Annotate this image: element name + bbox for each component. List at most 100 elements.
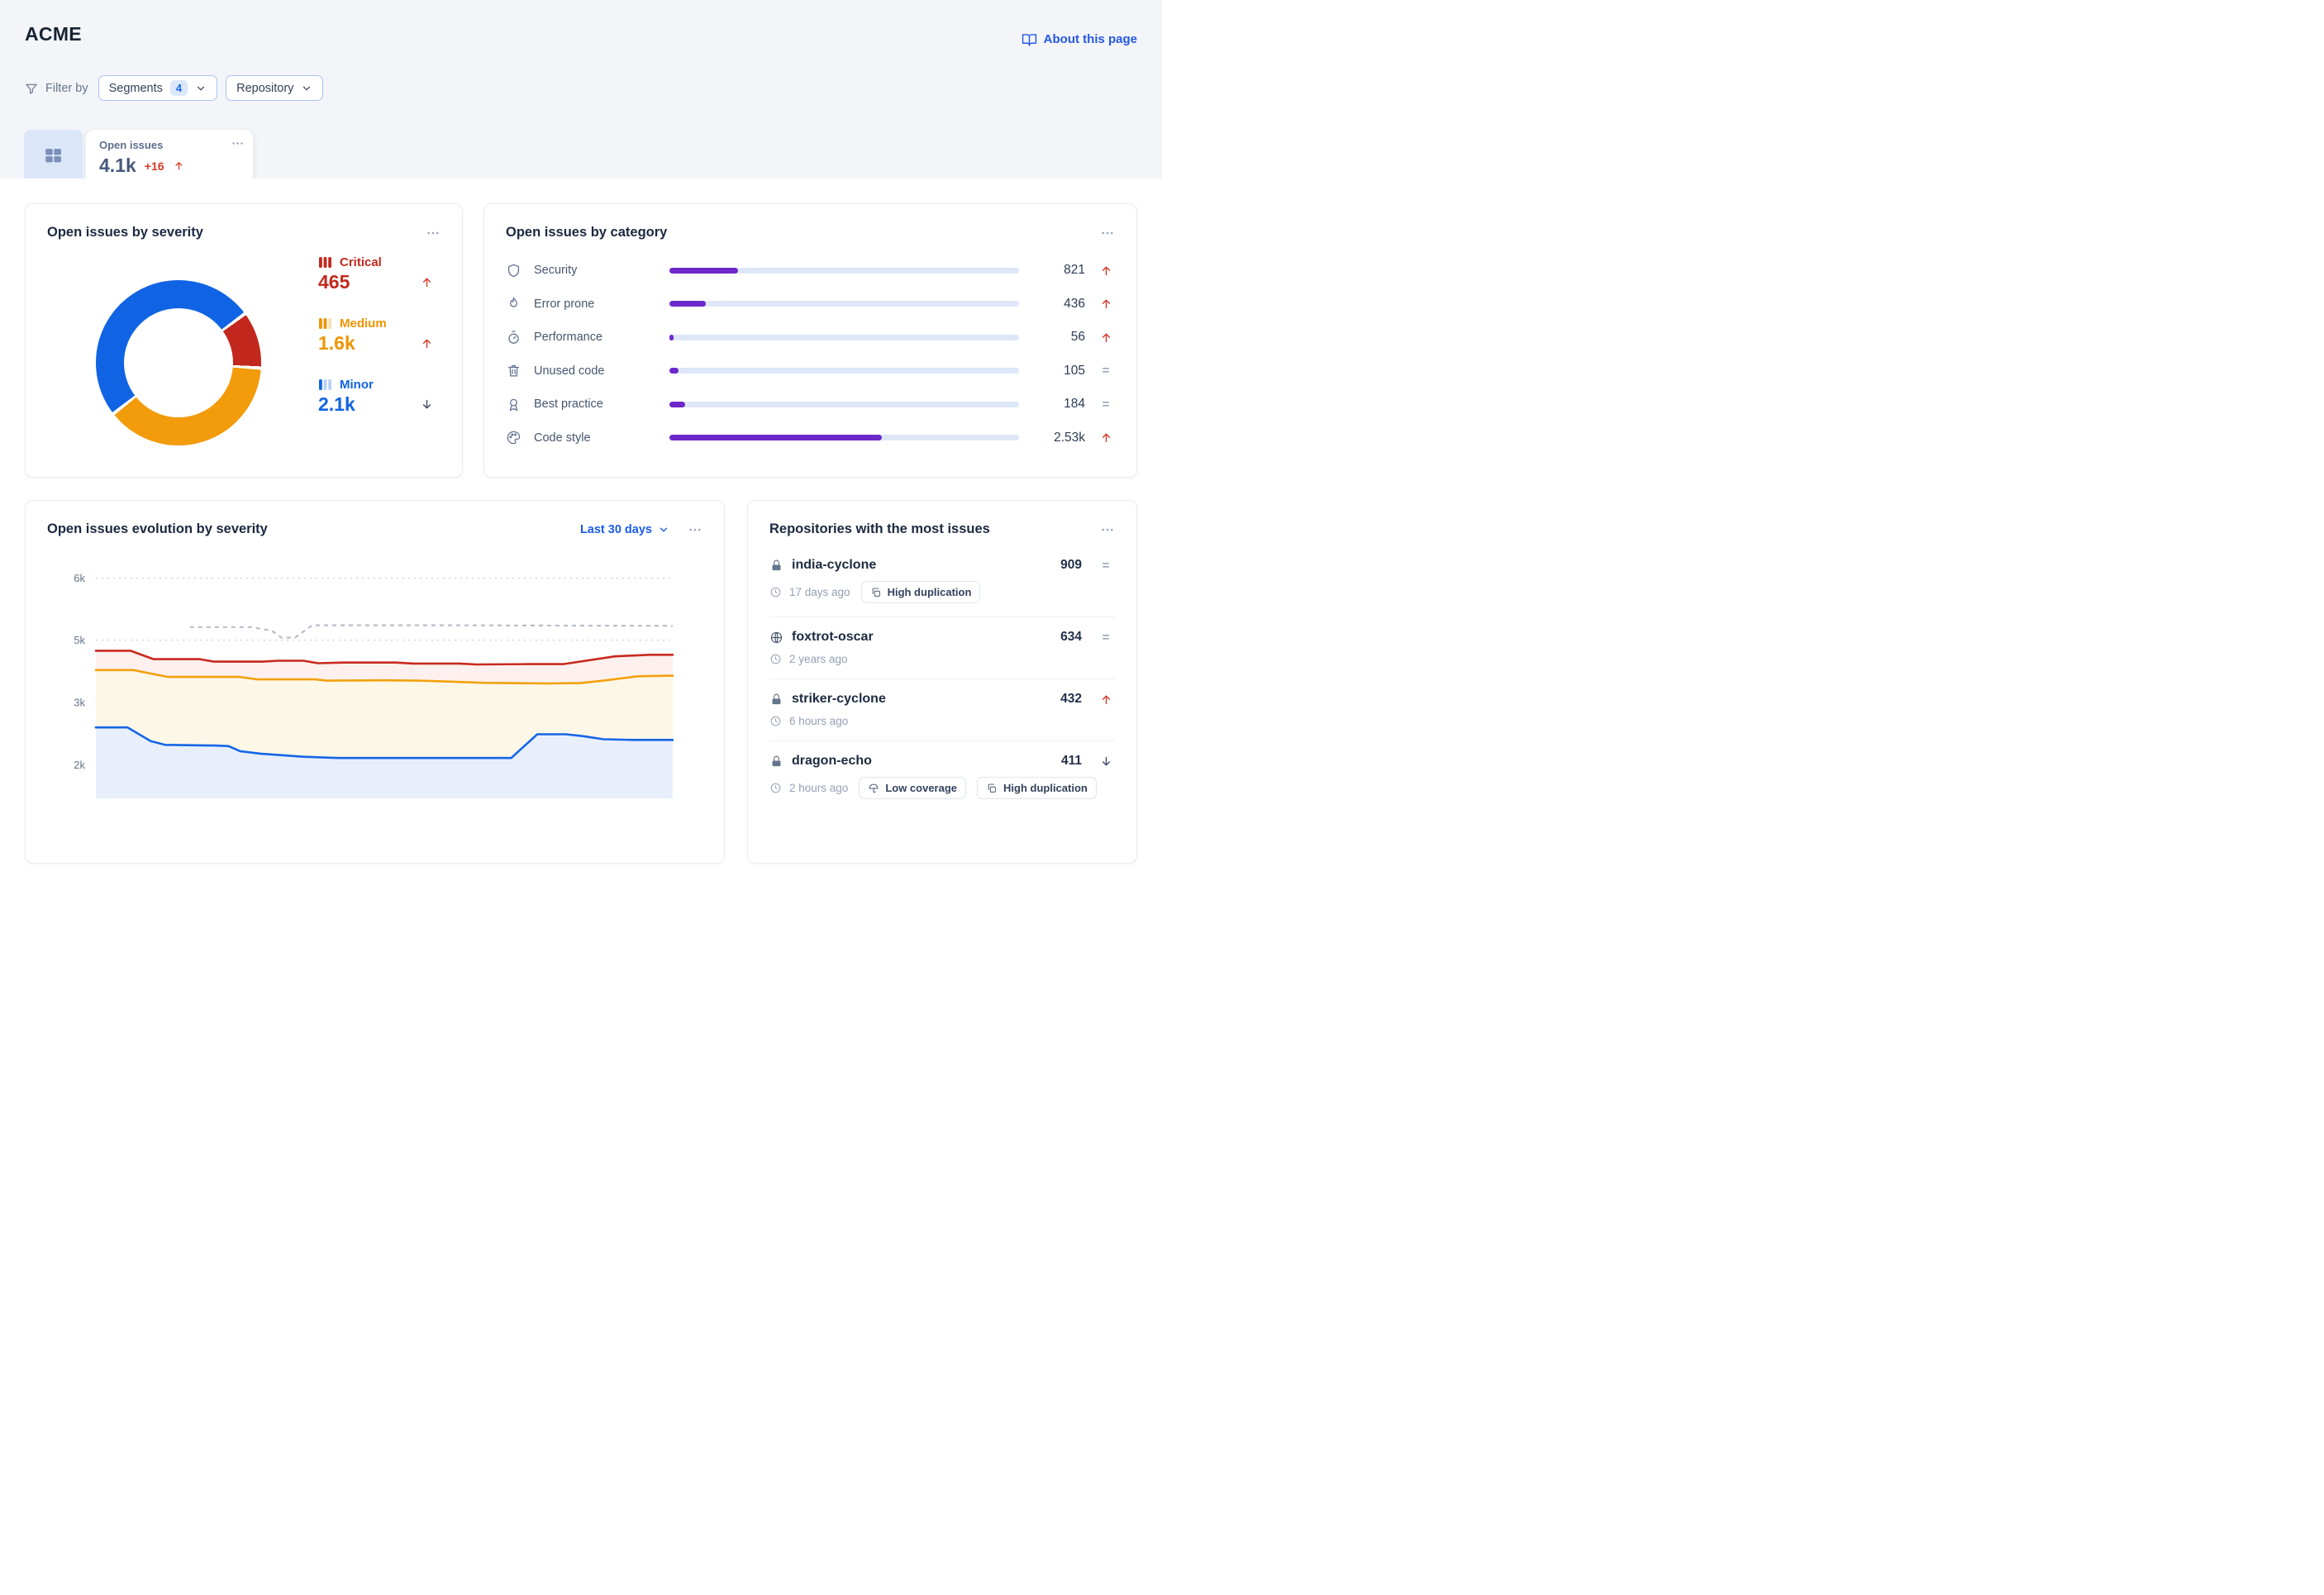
category-progress-bar xyxy=(669,334,1019,340)
y-axis-tick-label: 3k xyxy=(74,697,85,709)
category-card-title: Open issues by category xyxy=(506,225,668,240)
repository-filter-dropdown[interactable]: Repository xyxy=(226,75,324,101)
severity-value: 1.6k xyxy=(318,332,355,354)
repository-row-india-cyclone[interactable]: india-cyclone 909 = 17 days ago High duplica… xyxy=(769,545,1115,617)
lock-icon xyxy=(769,559,783,573)
segments-filter-dropdown[interactable]: Segments 4 xyxy=(98,75,218,101)
stopwatch-icon xyxy=(506,330,521,345)
severity-legend-item: Medium 1.6k xyxy=(318,317,434,355)
repository-issue-count: 634 xyxy=(1060,630,1082,644)
severity-legend-item: Critical 465 xyxy=(318,255,434,293)
trend-up-icon xyxy=(1099,693,1113,707)
trend-flat-icon: = xyxy=(1102,364,1110,379)
copy-icon xyxy=(986,783,998,794)
severity-card: Open issues by severity Critical 465 Mediu… xyxy=(25,203,463,478)
clock-icon xyxy=(769,715,782,727)
repository-name[interactable]: foxtrot-oscar xyxy=(792,630,1052,645)
trend-up-icon xyxy=(1099,431,1113,445)
repository-row-foxtrot-oscar[interactable]: foxtrot-oscar 634 = 2 years ago xyxy=(769,617,1115,678)
category-value: 56 xyxy=(1070,330,1085,345)
evolution-chart: 6k 5k 3k 2k xyxy=(47,554,704,798)
repository-row-striker-cyclone[interactable]: striker-cyclone 432 6 hours ago xyxy=(769,678,1115,740)
kpi-row: Open issues 4.1k +16 xyxy=(24,130,253,179)
kpi-value: 4.1k xyxy=(99,155,136,176)
category-row-performance: Performance 56 xyxy=(506,321,1115,355)
repository-row-dragon-echo[interactable]: dragon-echo 411 2 hours ago Low coverage Hig… xyxy=(769,740,1115,812)
copy-icon xyxy=(870,587,882,598)
clock-icon xyxy=(769,782,782,794)
repository-list: india-cyclone 909 = 17 days ago High duplica… xyxy=(769,545,1115,812)
severity-level-icon xyxy=(318,257,332,268)
lock-icon xyxy=(769,755,783,769)
severity-level-icon xyxy=(318,318,332,329)
category-label: Error prone xyxy=(534,297,595,311)
repository-name[interactable]: dragon-echo xyxy=(792,754,1053,769)
more-options-button[interactable] xyxy=(1100,522,1115,537)
umbrella-icon xyxy=(868,783,879,794)
repository-last-updated: 6 hours ago xyxy=(789,715,849,727)
repository-issue-count: 432 xyxy=(1060,692,1082,706)
category-value: 105 xyxy=(1064,363,1085,378)
repository-name[interactable]: india-cyclone xyxy=(792,558,1052,573)
severity-value: 465 xyxy=(318,271,350,293)
category-row-security: Security 821 xyxy=(506,254,1115,288)
trend-up-icon xyxy=(1099,297,1113,311)
shield-icon xyxy=(506,263,521,279)
category-value: 821 xyxy=(1064,263,1085,278)
trend-down-icon xyxy=(1099,755,1113,769)
y-axis-tick-label: 2k xyxy=(74,759,85,771)
trend-up-icon xyxy=(420,336,434,350)
trash-icon xyxy=(506,363,521,379)
severity-card-title: Open issues by severity xyxy=(47,225,203,240)
repository-name[interactable]: striker-cyclone xyxy=(792,692,1052,707)
page-title: ACME xyxy=(25,23,82,45)
lock-icon xyxy=(769,693,783,707)
more-options-button[interactable] xyxy=(426,226,441,240)
category-progress-bar xyxy=(669,401,1019,407)
category-row-error-prone: Error prone 436 xyxy=(506,288,1115,321)
category-row-unused-code: Unused code 105 = xyxy=(506,355,1115,388)
severity-label: Minor xyxy=(340,378,374,392)
trend-flat-icon: = xyxy=(1102,397,1110,412)
trend-up-icon xyxy=(420,275,434,289)
severity-label: Medium xyxy=(340,317,387,331)
globe-icon xyxy=(769,631,783,645)
category-label: Code style xyxy=(534,431,591,445)
category-progress-bar xyxy=(669,267,1019,274)
about-this-page-link[interactable]: About this page xyxy=(1022,31,1137,47)
category-label: Security xyxy=(534,264,578,278)
trend-up-icon xyxy=(1099,264,1113,278)
category-progress-bar xyxy=(669,435,1019,441)
category-value: 184 xyxy=(1064,397,1085,412)
category-label: Unused code xyxy=(534,364,605,378)
repository-last-updated: 2 hours ago xyxy=(789,782,849,794)
more-options-button[interactable] xyxy=(231,136,245,150)
chevron-down-icon xyxy=(301,83,312,94)
dashboard-grid-button[interactable] xyxy=(24,130,83,179)
open-issues-kpi-card[interactable]: Open issues 4.1k +16 xyxy=(86,130,253,179)
donut-hole xyxy=(124,308,233,417)
date-range-dropdown[interactable]: Last 30 days xyxy=(580,523,669,536)
severity-value: 2.1k xyxy=(318,393,355,415)
segments-count-badge: 4 xyxy=(169,80,188,96)
repository-issue-count: 909 xyxy=(1060,558,1082,572)
filter-bar: Filter by Segments 4 Repository xyxy=(25,75,324,101)
content-area: Open issues by severity Critical 465 Mediu… xyxy=(0,179,1162,864)
dashboard-page: { "page": { "title": "ACME", "about_labe… xyxy=(0,0,1162,864)
repository-last-updated: 2 years ago xyxy=(789,653,848,665)
trend-flat-icon: = xyxy=(1102,558,1110,573)
repo-badge-high-duplication: High duplication xyxy=(977,777,1097,799)
evolution-card: Open issues evolution by severity Last 3… xyxy=(25,500,725,864)
more-options-button[interactable] xyxy=(688,522,702,537)
trend-up-icon xyxy=(1099,331,1113,345)
severity-legend-item: Minor 2.1k xyxy=(318,378,434,416)
header-band: ACME About this page Filter by Segments … xyxy=(0,0,1162,179)
repositories-card: Repositories with the most issues india-… xyxy=(747,500,1137,864)
more-options-button[interactable] xyxy=(1100,226,1115,240)
category-label: Best practice xyxy=(534,398,603,412)
severity-legend: Critical 465 Medium 1.6k Minor 2.1k xyxy=(318,255,434,416)
kpi-label: Open issues xyxy=(99,139,164,151)
repository-issue-count: 411 xyxy=(1060,754,1082,768)
repo-badge-high-duplication: High duplication xyxy=(860,581,981,603)
severity-level-icon xyxy=(318,379,332,390)
